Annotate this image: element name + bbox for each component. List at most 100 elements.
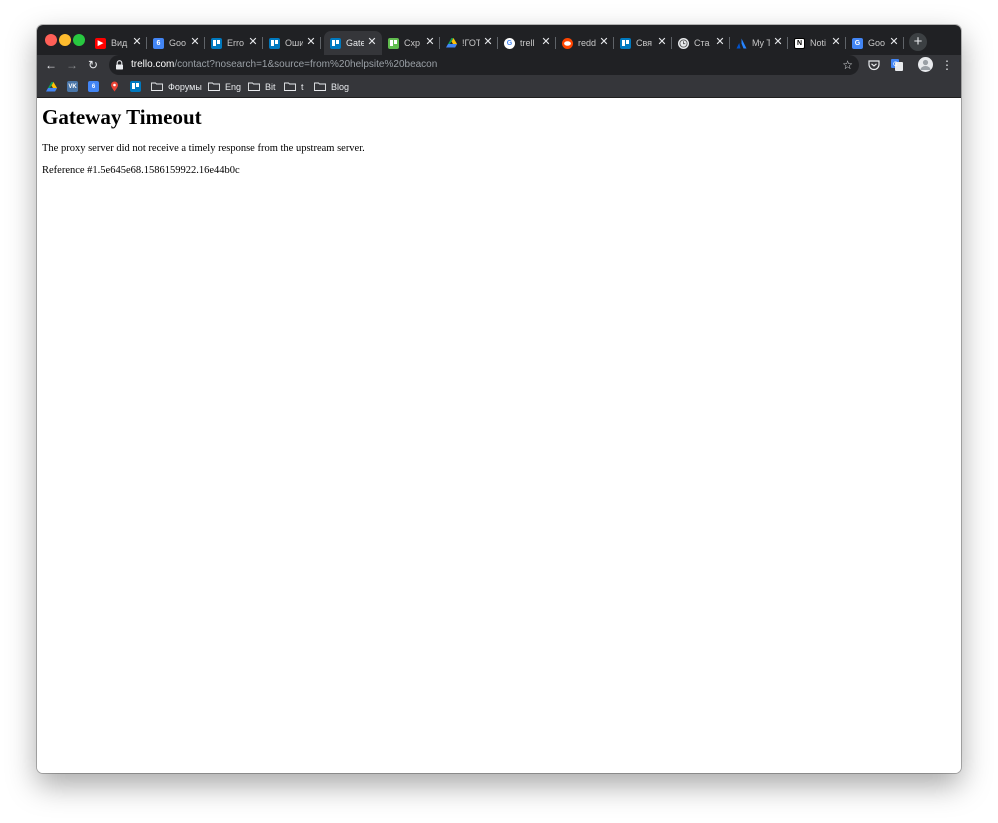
google-drive-icon — [446, 38, 457, 49]
folder-icon — [208, 82, 220, 91]
url-host: trello.com — [131, 59, 175, 70]
trello-green-icon — [388, 37, 399, 49]
bookmark-folder-blog[interactable]: Blog — [314, 80, 349, 93]
trello-icon — [211, 37, 222, 49]
tab-title: !ГОТ — [462, 38, 480, 48]
folder-icon — [151, 82, 163, 91]
tab-title: Оши — [285, 38, 303, 48]
tab-reddit[interactable]: redd ✕ — [556, 31, 614, 55]
trello-icon — [330, 37, 341, 49]
google-translate-icon[interactable]: G — [890, 58, 904, 72]
tab-google-calendar[interactable]: 6 Goo ✕ — [147, 31, 205, 55]
profile-avatar[interactable] — [918, 57, 933, 72]
bookmark-trello[interactable] — [130, 80, 141, 93]
page-title: Gateway Timeout — [42, 105, 202, 129]
bookmark-google-calendar[interactable]: 6 — [88, 80, 99, 93]
lock-icon — [116, 60, 123, 70]
clock-icon — [678, 37, 689, 49]
tab-title: My T — [752, 38, 770, 48]
bookmark-vk[interactable]: VK — [67, 80, 78, 93]
bookmark-folder-forums[interactable]: Форумы — [151, 80, 202, 93]
reference-id: Reference #1.5e645e68.1586159922.16e44b0… — [42, 165, 240, 176]
vk-icon: VK — [67, 81, 78, 92]
page-content: Gateway Timeout The proxy server did not… — [37, 98, 961, 773]
back-arrow-icon[interactable]: ← — [43, 57, 59, 73]
bookmark-folder-eng[interactable]: Eng — [208, 80, 241, 93]
tab-title: Ста — [694, 38, 710, 48]
google-icon: G — [504, 37, 515, 49]
url-text[interactable]: trello.com/contact?nosearch=1&source=fro… — [131, 59, 437, 71]
close-tab-icon[interactable]: ✕ — [830, 36, 842, 49]
close-tab-icon[interactable]: ✕ — [189, 36, 201, 49]
forward-arrow-icon[interactable]: → — [64, 57, 80, 73]
tab-gateway-timeout[interactable]: Gate ✕ — [324, 31, 382, 55]
close-tab-icon[interactable]: ✕ — [305, 36, 317, 49]
tab-title: Свя — [636, 38, 653, 48]
tab-trello-svyaz[interactable]: Свя ✕ — [614, 31, 672, 55]
tab-status[interactable]: Ста ✕ — [672, 31, 730, 55]
tab-title: trell — [520, 38, 535, 48]
notion-icon: N — [794, 37, 805, 49]
tab-youtube[interactable]: ▶ Вид ✕ — [89, 31, 147, 55]
bookmark-label: Bit — [265, 81, 276, 92]
error-message: The proxy server did not receive a timel… — [42, 143, 365, 154]
tab-title: Erro — [227, 38, 245, 48]
close-window-button[interactable] — [45, 34, 57, 46]
close-tab-icon[interactable]: ✕ — [656, 36, 668, 49]
bookmark-label: Blog — [331, 81, 350, 92]
tab-title: Схр — [404, 38, 421, 48]
reddit-icon — [562, 37, 573, 49]
zoom-window-button[interactable] — [73, 34, 85, 46]
close-tab-icon[interactable]: ✕ — [482, 36, 494, 49]
trello-icon — [620, 37, 631, 49]
bookmark-google-drive[interactable] — [46, 80, 57, 93]
close-tab-icon[interactable]: ✕ — [598, 36, 610, 49]
close-tab-icon[interactable]: ✕ — [247, 36, 259, 49]
tab-title: redd — [578, 38, 596, 48]
browser-menu-icon[interactable]: ⋮ — [941, 57, 953, 73]
close-tab-icon[interactable]: ✕ — [424, 36, 436, 49]
bookmark-label: Eng — [225, 81, 242, 92]
tab-notion[interactable]: N Noti ✕ — [788, 31, 846, 55]
bookmarks-bar: VK 6 Форумы Eng Bit t Blog — [37, 75, 961, 98]
url-path: /contact?nosearch=1&source=from%20helpsi… — [174, 59, 438, 70]
bookmark-folder-bit[interactable]: Bit — [248, 80, 276, 93]
close-tab-icon[interactable]: ✕ — [772, 36, 784, 49]
tab-trello-error[interactable]: Erro ✕ — [205, 31, 263, 55]
svg-text:G: G — [893, 61, 898, 68]
youtube-icon: ▶ — [95, 37, 106, 49]
trello-icon — [130, 81, 141, 92]
close-tab-icon[interactable]: ✕ — [714, 36, 726, 49]
browser-window: ▶ Вид ✕ 6 Goo ✕ Erro ✕ Оши ✕ Gate ✕ Схр … — [37, 25, 961, 773]
tab-title: Gate — [346, 38, 364, 48]
tab-google-translate[interactable]: G Goo ✕ — [846, 31, 904, 55]
tab-google-search[interactable]: G trell ✕ — [498, 31, 556, 55]
address-bar[interactable]: trello.com/contact?nosearch=1&source=fro… — [109, 55, 859, 75]
trello-icon — [269, 37, 280, 49]
google-drive-icon — [46, 81, 57, 92]
minimize-window-button[interactable] — [59, 34, 71, 46]
close-tab-icon[interactable]: ✕ — [540, 36, 552, 49]
bookmark-label: Форумы — [168, 81, 202, 92]
google-calendar-icon: 6 — [88, 81, 99, 92]
browser-toolbar: ← → ↻ trello.com/contact?nosearch=1&sour… — [37, 55, 961, 75]
maps-pin-icon — [109, 81, 120, 92]
reload-icon[interactable]: ↻ — [85, 57, 101, 73]
atlassian-icon — [736, 38, 747, 49]
tab-title: Вид — [111, 38, 128, 48]
bookmark-star-icon[interactable]: ☆ — [842, 58, 853, 72]
pocket-icon[interactable] — [867, 58, 881, 72]
new-tab-button[interactable]: + — [909, 33, 927, 51]
close-tab-icon[interactable]: ✕ — [888, 36, 900, 49]
tab-title: Noti — [810, 38, 827, 48]
tab-google-drive[interactable]: !ГОТ ✕ — [440, 31, 498, 55]
tab-title: Goo — [868, 38, 886, 48]
folder-icon — [314, 82, 326, 91]
bookmark-folder-t[interactable]: t — [284, 80, 304, 93]
close-tab-icon[interactable]: ✕ — [366, 36, 378, 49]
close-tab-icon[interactable]: ✕ — [131, 36, 143, 49]
tab-trello-oshibki[interactable]: Оши ✕ — [263, 31, 321, 55]
bookmark-maps[interactable] — [109, 80, 120, 93]
tab-trello-green[interactable]: Схр ✕ — [382, 31, 440, 55]
tab-atlassian[interactable]: My T ✕ — [730, 31, 788, 55]
